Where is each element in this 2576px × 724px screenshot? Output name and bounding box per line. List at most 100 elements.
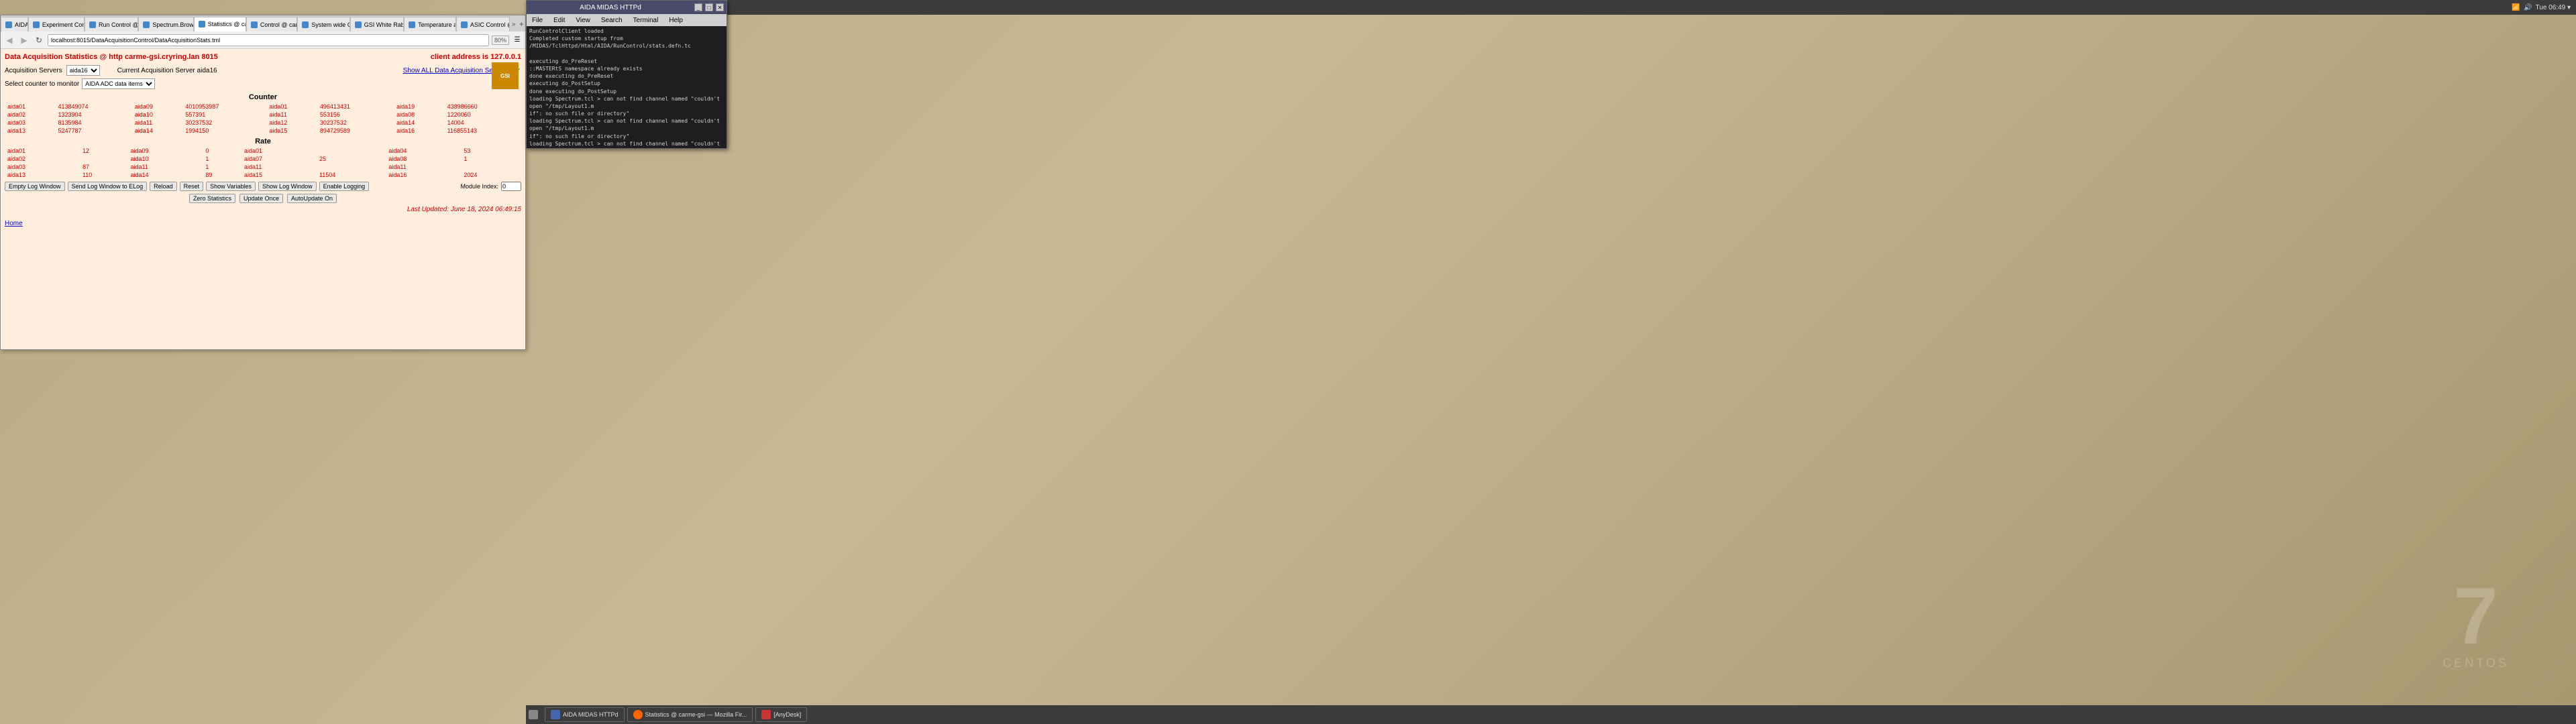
tab-aida[interactable]: AIDA ✕ xyxy=(1,17,28,32)
taskbar-midas[interactable]: AIDA MIDAS HTTPd xyxy=(545,707,625,722)
rate-label[interactable]: aida11 xyxy=(241,163,317,171)
counter-label[interactable]: aida14 xyxy=(394,119,444,127)
tab-label-experiment: Experiment Control @... xyxy=(42,21,85,28)
rate-label[interactable]: aida14 xyxy=(127,171,203,179)
table-row: aida0112 aida090 aida01 aida0453 xyxy=(5,147,521,155)
back-button[interactable]: ◀ xyxy=(3,34,15,46)
counter-label[interactable]: aida11 xyxy=(132,119,182,127)
auto-update-button[interactable]: AutoUpdate On xyxy=(287,194,337,203)
page-title: Data Acquisition Statistics @ http carme… xyxy=(5,53,218,61)
rate-label[interactable]: aida07 xyxy=(241,155,317,163)
counter-label[interactable]: aida12 xyxy=(266,119,317,127)
update-once-button[interactable]: Update Once xyxy=(239,194,283,203)
current-server-label: Current Acquisition Server aida16 xyxy=(117,67,217,74)
counter-value: 438986660 xyxy=(445,103,521,111)
counter-label[interactable]: aida03 xyxy=(5,119,55,127)
rate-label[interactable]: aida04 xyxy=(386,147,461,155)
last-updated: Last Updated: June 18, 2024 06:49:15 xyxy=(5,206,521,213)
counter-section: Counter aida01413849074 aida094010953987… xyxy=(5,93,521,135)
table-row: aida13110 aida1489 aida1511504 aida16202… xyxy=(5,171,521,179)
counter-label[interactable]: aida16 xyxy=(394,127,444,135)
tab-statistics[interactable]: Statistics @ carme-... ✕ xyxy=(194,17,246,32)
tab-experiment[interactable]: Experiment Control @... ✕ xyxy=(28,17,85,32)
new-tab-button[interactable]: + xyxy=(517,17,525,32)
log-line: if": no such file or directory" xyxy=(529,110,724,117)
counter-value: 553156 xyxy=(317,111,394,119)
rate-label[interactable]: aida11 xyxy=(386,163,461,171)
midas-menu-view[interactable]: View xyxy=(570,17,596,24)
counter-label[interactable]: aida01 xyxy=(266,103,317,111)
counter-label[interactable]: aida15 xyxy=(266,127,317,135)
counter-label[interactable]: aida01 xyxy=(5,103,55,111)
midas-taskbar-icon xyxy=(551,710,560,719)
tab-label-spectrum: Spectrum.Browser @... xyxy=(152,21,193,28)
home-link[interactable]: Home xyxy=(5,220,521,227)
taskbar-statistics[interactable]: Statistics @ carme-gsi — Mozilla Fir... xyxy=(627,707,753,722)
counter-select[interactable]: AIDA ADC data items xyxy=(82,78,155,89)
midas-terminal-content[interactable]: RunControlClient loaded Completed custom… xyxy=(527,26,727,148)
reset-button[interactable]: Reset xyxy=(180,182,204,191)
gsi-logo: GSI xyxy=(492,62,519,89)
rate-label[interactable]: aida11 xyxy=(127,163,203,171)
acquisition-servers-row: Acquisition Servers aida16 Current Acqui… xyxy=(5,65,521,76)
rate-label[interactable]: aida02 xyxy=(5,155,80,163)
taskbar-anydesk[interactable]: [AnyDesk] xyxy=(755,707,807,722)
module-index-label: Module Index: xyxy=(460,183,498,190)
taskbar-system-icons xyxy=(529,710,538,719)
rate-label[interactable]: aida03 xyxy=(5,163,80,171)
send-log-button[interactable]: Send Log Window to ELog xyxy=(68,182,148,191)
counter-label[interactable]: aida08 xyxy=(394,111,444,119)
counter-label[interactable]: aida11 xyxy=(266,111,317,119)
counter-label[interactable]: aida14 xyxy=(132,127,182,135)
tab-label-runcontrol: Run Control @ carm... xyxy=(99,21,138,28)
more-tabs-button[interactable]: » xyxy=(510,17,518,32)
counter-label[interactable]: aida10 xyxy=(132,111,182,119)
tab-systemwide[interactable]: System wide Check... ✕ xyxy=(297,17,350,32)
acquisition-server-select[interactable]: aida16 xyxy=(66,65,100,76)
midas-menu-help[interactable]: Help xyxy=(663,17,688,24)
network-taskbar-icon xyxy=(529,710,538,719)
midas-close-button[interactable]: ✕ xyxy=(716,3,724,11)
counter-label[interactable]: aida13 xyxy=(5,127,55,135)
tab-control[interactable]: Control @ carme-gsi ✕ xyxy=(246,17,297,32)
table-row: aida01413849074 aida094010953987 aida014… xyxy=(5,103,521,111)
midas-menu-search[interactable]: Search xyxy=(596,17,628,24)
tab-asic[interactable]: ASIC Control @ carr... ✕ xyxy=(456,17,510,32)
counter-label[interactable]: aida19 xyxy=(394,103,444,111)
show-log-window-button[interactable]: Show Log Window xyxy=(258,182,317,191)
tab-label-whiterabbit: GSI White Rabbit Tri... xyxy=(364,21,404,28)
module-index-input[interactable] xyxy=(501,182,521,191)
rate-label[interactable]: aida15 xyxy=(241,171,317,179)
zero-statistics-button[interactable]: Zero Statistics xyxy=(189,194,235,203)
hamburger-menu-icon[interactable]: ☰ xyxy=(512,35,523,46)
midas-menu-file[interactable]: File xyxy=(527,17,548,24)
tab-runcontrol[interactable]: Run Control @ carm... ✕ xyxy=(85,17,138,32)
rate-label[interactable]: aida09 xyxy=(127,147,203,155)
empty-log-button[interactable]: Empty Log Window xyxy=(5,182,65,191)
midas-maximize-button[interactable]: □ xyxy=(705,3,713,11)
log-line: loading Spectrum.tcl > can not find chan… xyxy=(529,140,724,148)
rate-label[interactable]: aida08 xyxy=(386,155,461,163)
enable-logging-button[interactable]: Enable Logging xyxy=(319,182,370,191)
rate-label[interactable]: aida16 xyxy=(386,171,461,179)
counter-value: 894729589 xyxy=(317,127,394,135)
tab-temperature[interactable]: Temperature and st... ✕ xyxy=(404,17,456,32)
midas-menu-terminal[interactable]: Terminal xyxy=(628,17,664,24)
midas-minimize-button[interactable]: _ xyxy=(694,3,702,11)
forward-button[interactable]: ▶ xyxy=(18,34,30,46)
reload-button[interactable]: Reload xyxy=(150,182,177,191)
tab-whiterabbit[interactable]: GSI White Rabbit Tri... ✕ xyxy=(350,17,404,32)
rate-label[interactable]: aida01 xyxy=(241,147,317,155)
tab-label-statistics: Statistics @ carme-... xyxy=(208,21,246,27)
rate-label[interactable]: aida10 xyxy=(127,155,203,163)
counter-label[interactable]: aida09 xyxy=(132,103,182,111)
counter-label[interactable]: aida02 xyxy=(5,111,55,119)
rate-label[interactable]: aida01 xyxy=(5,147,80,155)
reload-nav-button[interactable]: ↻ xyxy=(33,34,45,46)
tab-spectrum[interactable]: Spectrum.Browser @... ✕ xyxy=(138,17,193,32)
show-variables-button[interactable]: Show Variables xyxy=(206,182,256,191)
address-bar[interactable] xyxy=(48,34,489,46)
rate-label[interactable]: aida13 xyxy=(5,171,80,179)
midas-menu-edit[interactable]: Edit xyxy=(548,17,570,24)
rate-value: 89 xyxy=(203,171,241,179)
